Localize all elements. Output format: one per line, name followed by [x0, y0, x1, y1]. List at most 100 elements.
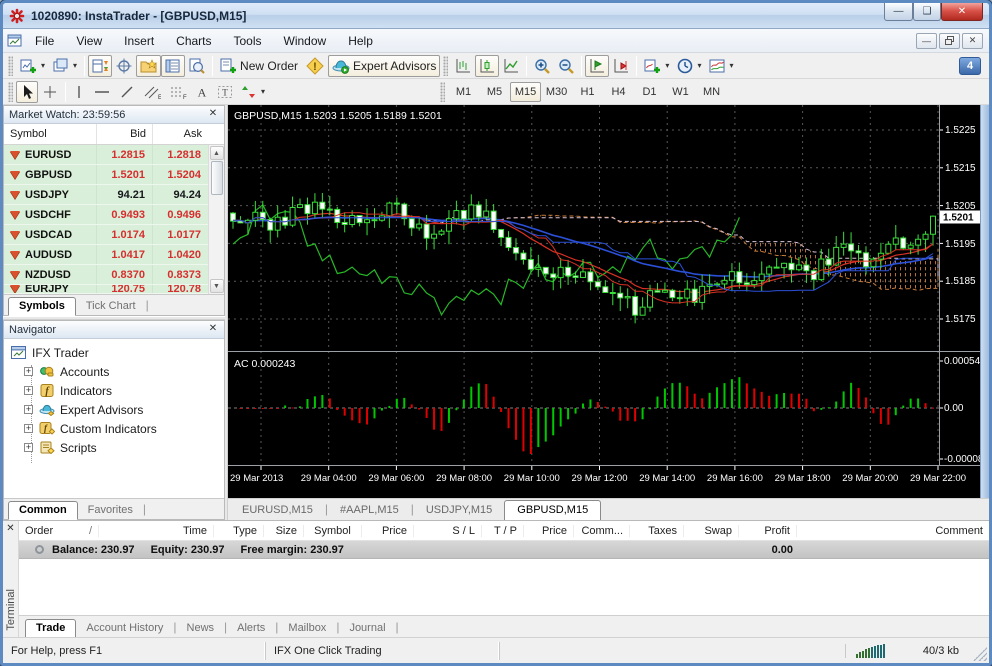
arrows-button[interactable]: ▾	[237, 81, 269, 103]
candlestick-chart-toggle[interactable]	[475, 55, 499, 77]
metaeditor-alert-button[interactable]: !	[302, 55, 328, 77]
symbol-row-usdjpy[interactable]: USDJPY 94.2194.24	[4, 185, 208, 205]
window-close-button[interactable]: ✕	[941, 3, 983, 21]
tree-item-indicators[interactable]: + f Indicators	[10, 381, 224, 400]
menu-window[interactable]: Window	[274, 32, 337, 50]
column-price[interactable]: Price	[362, 525, 414, 537]
column-header-symbol[interactable]: Symbol	[4, 128, 96, 140]
expand-icon[interactable]: +	[24, 405, 33, 414]
expand-icon[interactable]: +	[24, 386, 33, 395]
new-chart-button[interactable]: ▾	[16, 55, 49, 77]
timeframe-m15[interactable]: M15	[510, 82, 541, 102]
column-time[interactable]: Time	[99, 525, 214, 537]
column-symbol[interactable]: Symbol	[304, 525, 362, 537]
tree-item-expert-advisors[interactable]: + Expert Advisors	[10, 400, 224, 419]
chart-minimize-button[interactable]: —	[916, 33, 937, 49]
resize-grip[interactable]	[973, 647, 987, 661]
bar-chart-button[interactable]	[451, 55, 475, 77]
chart-tab-aapl[interactable]: #AAPL,M15	[328, 501, 411, 520]
periods-button[interactable]: ▾	[673, 55, 705, 77]
crosshair-button[interactable]	[38, 81, 62, 103]
chart-close-button[interactable]: ✕	[962, 33, 983, 49]
zoom-in-button[interactable]	[530, 55, 554, 77]
terminal-toggle[interactable]	[161, 55, 185, 77]
menu-file[interactable]: File	[25, 32, 64, 50]
tab-tick-chart[interactable]: Tick Chart	[76, 298, 146, 315]
chart-tab-gbpusd[interactable]: GBPUSD,M15	[504, 500, 601, 521]
indicators-button[interactable]: ▾	[640, 55, 673, 77]
expert-advisors-toggle[interactable]: Expert Advisors	[328, 55, 440, 77]
tab-alerts[interactable]: Alerts	[227, 620, 275, 637]
terminal-close-icon[interactable]: ✕	[6, 524, 14, 534]
templates-button[interactable]: ▾	[705, 55, 737, 77]
horizontal-line-button[interactable]	[89, 81, 115, 103]
symbol-row-nzdusd[interactable]: NZDUSD 0.83700.8373	[4, 265, 208, 285]
line-chart-button[interactable]	[499, 55, 523, 77]
timeframe-d1[interactable]: D1	[634, 82, 665, 102]
expand-icon[interactable]: +	[24, 424, 33, 433]
column-tp[interactable]: T / P	[482, 525, 524, 537]
tab-mailbox[interactable]: Mailbox	[278, 620, 336, 637]
menu-view[interactable]: View	[66, 32, 112, 50]
timeframe-mn[interactable]: MN	[696, 82, 727, 102]
tree-item-scripts[interactable]: + Scripts	[10, 438, 224, 457]
data-window-button[interactable]	[112, 55, 136, 77]
balance-row[interactable]: Balance: 230.97 Equity: 230.97 Free marg…	[19, 541, 989, 559]
symbol-row-usdchf[interactable]: USDCHF 0.94930.9496	[4, 205, 208, 225]
new-order-button[interactable]: New Order	[216, 55, 302, 77]
chart-tab-usdjpy[interactable]: USDJPY,M15	[414, 501, 504, 520]
column-price2[interactable]: Price	[524, 525, 574, 537]
tree-root-ifx-trader[interactable]: IFX Trader	[10, 343, 224, 362]
symbol-row-gbpusd[interactable]: GBPUSD 1.52011.5204	[4, 165, 208, 185]
column-comment[interactable]: Comment	[797, 525, 989, 537]
fibonacci-button[interactable]: F	[165, 81, 191, 103]
symbol-row-usdcad[interactable]: USDCAD 1.01741.0177	[4, 225, 208, 245]
toolbar-drag-handle[interactable]	[8, 56, 13, 76]
column-taxes[interactable]: Taxes	[630, 525, 684, 537]
navigator-close-icon[interactable]: ✕	[207, 324, 219, 336]
trendline-button[interactable]	[115, 81, 139, 103]
symbol-row-eurusd[interactable]: EURUSD 1.28151.2818	[4, 145, 208, 165]
window-minimize-button[interactable]: —	[884, 3, 913, 21]
profiles-button[interactable]: ▾	[49, 55, 81, 77]
column-sl[interactable]: S / L	[414, 525, 482, 537]
timeframe-h1[interactable]: H1	[572, 82, 603, 102]
column-commission[interactable]: Comm...	[574, 525, 630, 537]
sort-indicator[interactable]: /	[89, 525, 92, 537]
chart-restore-button[interactable]	[939, 33, 960, 49]
market-watch-scrollbar[interactable]: ▲ ▼	[208, 145, 224, 294]
tab-account-history[interactable]: Account History	[76, 620, 173, 637]
equidistant-channel-button[interactable]: E	[139, 81, 165, 103]
strategy-tester-button[interactable]	[185, 55, 209, 77]
expand-icon[interactable]: +	[24, 443, 33, 452]
symbol-row-eurjpy[interactable]: EURJPY 120.75120.78	[4, 285, 208, 294]
column-swap[interactable]: Swap	[684, 525, 739, 537]
window-maximize-button[interactable]: ❑	[913, 3, 941, 21]
column-header-bid[interactable]: Bid	[96, 124, 152, 144]
auto-scroll-toggle[interactable]	[585, 55, 609, 77]
tab-trade[interactable]: Trade	[25, 619, 76, 638]
market-watch-close-icon[interactable]: ✕	[207, 109, 219, 121]
menu-charts[interactable]: Charts	[166, 32, 221, 50]
timeframe-m1[interactable]: M1	[448, 82, 479, 102]
timeframe-m30[interactable]: M30	[541, 82, 572, 102]
text-button[interactable]: A	[191, 81, 213, 103]
chart-canvas[interactable]: 29 Mar 201329 Mar 04:0029 Mar 06:0029 Ma…	[228, 105, 980, 498]
scrollbar-thumb[interactable]	[211, 161, 223, 195]
tab-favorites[interactable]: Favorites	[78, 502, 143, 519]
column-size[interactable]: Size	[264, 525, 304, 537]
tree-item-custom-indicators[interactable]: + f Custom Indicators	[10, 419, 224, 438]
chart-tab-eurusd[interactable]: EURUSD,M15	[230, 501, 325, 520]
tab-journal[interactable]: Journal	[339, 620, 395, 637]
navigator-toggle[interactable]	[136, 55, 161, 77]
scroll-down-icon[interactable]: ▼	[210, 279, 224, 293]
status-one-click-trading[interactable]: IFX One Click Trading	[265, 642, 499, 660]
tab-common[interactable]: Common	[8, 501, 78, 520]
column-type[interactable]: Type	[214, 525, 264, 537]
tab-symbols[interactable]: Symbols	[8, 297, 76, 316]
column-header-ask[interactable]: Ask	[152, 124, 208, 144]
zoom-out-button[interactable]	[554, 55, 578, 77]
notifications-badge[interactable]: 4	[959, 57, 981, 75]
chart-shift-button[interactable]	[609, 55, 633, 77]
menu-tools[interactable]: Tools	[224, 32, 272, 50]
